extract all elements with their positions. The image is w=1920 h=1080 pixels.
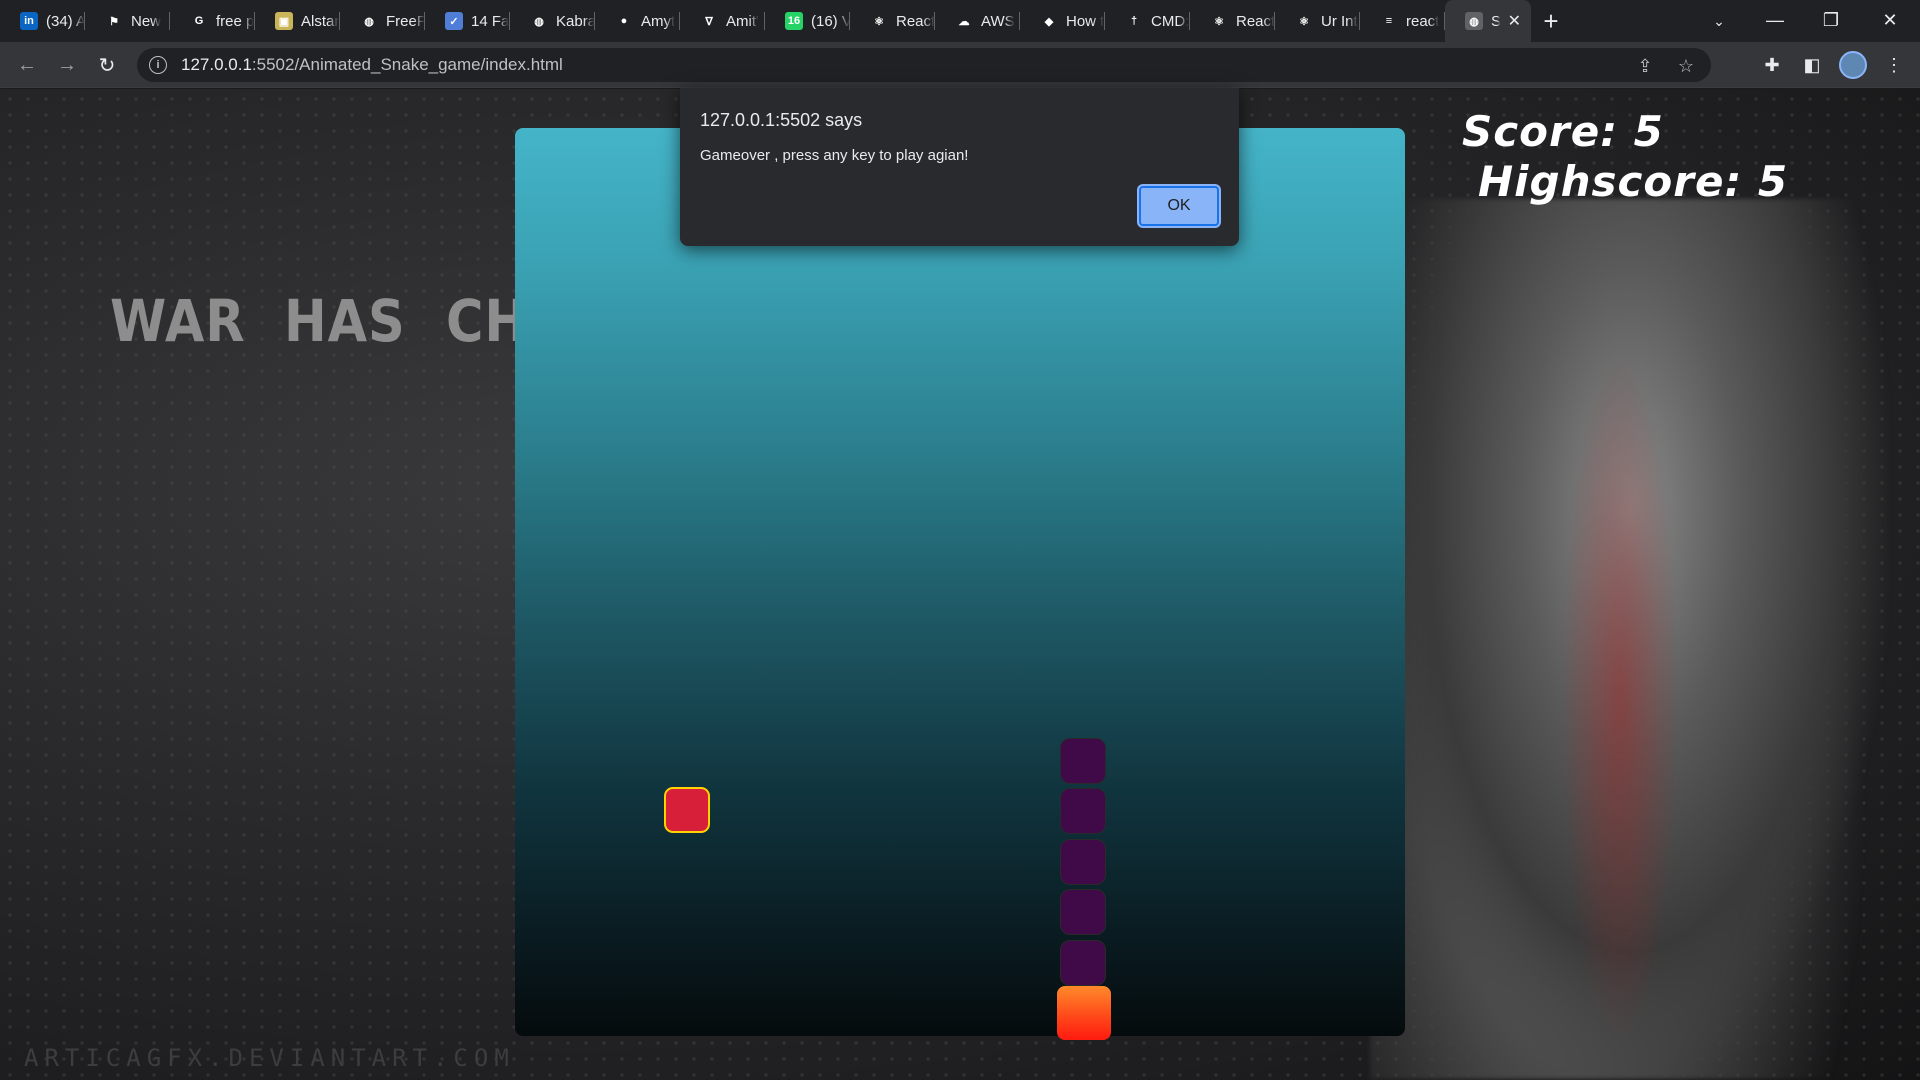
tab[interactable]: ⚛ React	[850, 0, 935, 42]
ok-button[interactable]: OK	[1139, 186, 1219, 226]
tab[interactable]: ◆ How t	[1020, 0, 1105, 42]
tab-title: Kabra	[556, 12, 595, 30]
tab-search-button[interactable]: ⌄	[1706, 8, 1732, 34]
tab-title: Alstar	[301, 12, 340, 30]
tab[interactable]: 16 (16) V	[765, 0, 850, 42]
food	[664, 787, 710, 833]
tab-title: React	[1236, 12, 1275, 30]
tab[interactable]: ☁ AWS	[935, 0, 1020, 42]
back-button[interactable]: ←	[13, 51, 41, 79]
tab-title: (34) A	[46, 12, 85, 30]
globe-icon: ◍	[360, 12, 378, 30]
tab-active[interactable]: ◍ Sr ✕	[1445, 0, 1531, 42]
tab[interactable]: † CMD:	[1105, 0, 1190, 42]
url-host: 127.0.0.1	[181, 55, 252, 74]
new-tab-button[interactable]: +	[1531, 0, 1571, 42]
tab-title: Sr	[1491, 12, 1500, 30]
bookmark-icon: ✓	[445, 12, 463, 30]
fox-icon: ⚑	[105, 12, 123, 30]
tab-title: React	[896, 12, 935, 30]
tab[interactable]: ▣ Alstar	[255, 0, 340, 42]
snake-head	[1057, 986, 1111, 1040]
url-text[interactable]: 127.0.0.1:5502/Animated_Snake_game/index…	[181, 55, 563, 75]
tab-strip: in (34) A ⚑ New Gfree p ▣ Alstar ◍ FreeF ✓ 14 Fa ◍ K…	[0, 0, 1920, 42]
tab-title: CMD:	[1151, 12, 1190, 30]
tab[interactable]: ⚑ New	[85, 0, 170, 42]
tab-title: (16) V	[811, 12, 850, 30]
tab[interactable]: in (34) A	[0, 0, 85, 42]
info-icon[interactable]: i	[149, 56, 167, 74]
close-window-button[interactable]: ✕	[1862, 0, 1918, 40]
react-icon: ⚛	[870, 12, 888, 30]
bg-word-1: WAR	[110, 287, 246, 355]
forward-button[interactable]: →	[53, 51, 81, 79]
restore-button[interactable]: ❐	[1803, 0, 1859, 40]
snake-segment	[1060, 738, 1106, 784]
tab[interactable]: Gfree p	[170, 0, 255, 42]
whatsapp-icon: 16	[785, 12, 803, 30]
reload-button[interactable]: ↻	[93, 51, 121, 79]
score-display: Score: 5	[1462, 107, 1664, 156]
globe-icon: ◍	[530, 12, 548, 30]
tab[interactable]: ⚛ Ur Int	[1275, 0, 1360, 42]
tab-title: Amit'	[726, 12, 759, 30]
linkedin-icon: in	[20, 12, 38, 30]
address-bar[interactable]: i 127.0.0.1:5502/Animated_Snake_game/ind…	[137, 48, 1711, 82]
tab-title: FreeF	[386, 12, 425, 30]
tab-list: in (34) A ⚑ New Gfree p ▣ Alstar ◍ FreeF ✓ 14 Fa ◍ K…	[0, 0, 1445, 42]
bookmark-star-icon[interactable]: ☆	[1674, 54, 1698, 78]
globe-icon: ◍	[1465, 12, 1483, 30]
tab-title: Amyt	[641, 12, 676, 30]
url-path: :5502/Animated_Snake_game/index.html	[251, 55, 563, 74]
alert-dialog: 127.0.0.1:5502 says Gameover , press any…	[680, 88, 1239, 246]
tab[interactable]: ◍ FreeF	[340, 0, 425, 42]
extensions-icon[interactable]: ✚	[1758, 51, 1786, 79]
tab[interactable]: ≡ react	[1360, 0, 1445, 42]
snake-segment	[1060, 788, 1106, 834]
dialog-title: 127.0.0.1:5502 says	[700, 110, 863, 130]
soldier-red-glow	[1560, 349, 1680, 1049]
side-panel-icon[interactable]: ◧	[1798, 51, 1826, 79]
menu-icon[interactable]: ⋮	[1880, 51, 1908, 79]
watermark: ARTICAGFX.DEVIANTART.COM	[24, 1044, 515, 1072]
highscore-display: Highscore: 5	[1478, 157, 1789, 206]
tab-title: 14 Fa	[471, 12, 510, 30]
dagger-icon: †	[1125, 12, 1143, 30]
game-board[interactable]	[515, 128, 1405, 1036]
bg-word-2: HAS	[284, 287, 406, 355]
minimize-button[interactable]: —	[1747, 0, 1803, 40]
tab[interactable]: ⚛ React	[1190, 0, 1275, 42]
stackoverflow-icon: ≡	[1380, 12, 1398, 30]
image-icon: ▣	[275, 12, 293, 30]
dialog-message: Gameover , press any key to play agian!	[700, 147, 969, 164]
tab-title: free p	[216, 12, 255, 30]
tab-title: How t	[1066, 12, 1105, 30]
tab[interactable]: ✓ 14 Fa	[425, 0, 510, 42]
tab[interactable]: ∇ Amit'	[680, 0, 765, 42]
tab-title: Ur Int	[1321, 12, 1358, 30]
tab-title: New	[131, 12, 162, 30]
react-icon: ⚛	[1210, 12, 1228, 30]
tab[interactable]: ◍ Kabra	[510, 0, 595, 42]
snake-segment	[1060, 940, 1106, 986]
snake-segment	[1060, 889, 1106, 935]
aws-icon: ☁	[955, 12, 973, 30]
vercel-icon: ∇	[700, 12, 718, 30]
browser-toolbar: ← → ↻ i 127.0.0.1:5502/Animated_Snake_ga…	[0, 42, 1920, 88]
profile-avatar[interactable]	[1839, 51, 1867, 79]
github-icon: ●	[615, 12, 633, 30]
google-icon: G	[190, 12, 208, 30]
react-icon: ⚛	[1295, 12, 1313, 30]
share-icon[interactable]: ⇪	[1633, 54, 1657, 78]
tab[interactable]: ● Amyt	[595, 0, 680, 42]
tab-title: react	[1406, 12, 1440, 30]
close-tab-icon[interactable]: ✕	[1508, 11, 1521, 31]
gitlab-icon: ◆	[1040, 12, 1058, 30]
tab-title: AWS	[981, 12, 1015, 30]
snake-segment	[1060, 839, 1106, 885]
